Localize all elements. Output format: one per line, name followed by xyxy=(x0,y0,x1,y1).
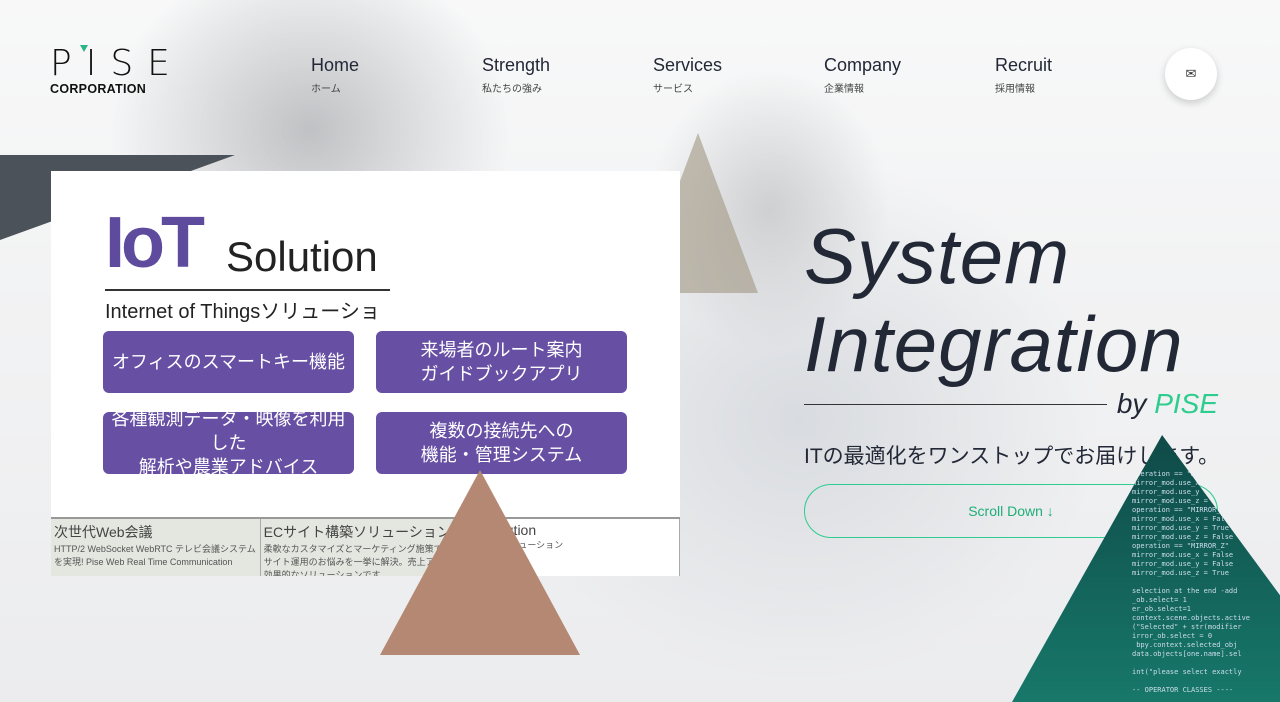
logo[interactable]: PISE CORPORATION xyxy=(50,43,184,96)
divider xyxy=(804,403,1107,405)
nav-label: Strength xyxy=(482,55,551,75)
hero-title: System Integration xyxy=(804,212,1184,388)
logo-text: PISE xyxy=(50,43,184,84)
slider-next-icon[interactable]: › xyxy=(662,321,672,355)
nav-sublabel: サービス xyxy=(653,84,693,95)
feature-box: オフィスのスマートキー機能 xyxy=(103,331,354,393)
nav-label: Company xyxy=(824,55,902,75)
by-brand: PISE xyxy=(1154,388,1218,419)
feature-box: 複数の接続先への 機能・管理システム xyxy=(376,412,627,474)
nav-sublabel: ホーム xyxy=(311,84,341,95)
thumbnail[interactable]: 次世代Web会議 HTTP/2 WebSocket WebRTC テレビ会議システ… xyxy=(51,519,261,576)
hero-line-1: System xyxy=(804,212,1071,300)
nav-sublabel: 私たちの強み xyxy=(482,84,542,95)
slider-thumbnails: 次世代Web会議 HTTP/2 WebSocket WebRTC テレビ会議システ… xyxy=(51,517,680,576)
nav-label: Recruit xyxy=(995,55,1053,75)
hero-by: by PISE xyxy=(804,388,1218,420)
contact-button[interactable]: ✉ xyxy=(1165,48,1217,100)
main-nav: Home ホーム Strength 私たちの強み Services サービス Comp… xyxy=(311,55,1166,95)
nav-home[interactable]: Home ホーム xyxy=(311,55,482,95)
nav-sublabel: 採用情報 xyxy=(995,84,1035,95)
nav-services[interactable]: Services サービス xyxy=(653,55,824,95)
hero-line-2: Integration xyxy=(804,300,1184,388)
logo-triangle-icon xyxy=(80,45,88,52)
thumb-title: 次世代Web会議 xyxy=(54,524,153,540)
feature-box: 各種観測データ・映像を利用した 解析や農業アドバイス xyxy=(103,409,354,477)
nav-sublabel: 企業情報 xyxy=(824,84,864,95)
nav-company[interactable]: Company 企業情報 xyxy=(824,55,995,95)
slide-title-solution: Solution xyxy=(226,233,378,280)
nav-label: Services xyxy=(653,55,723,75)
nav-label: Home xyxy=(311,55,360,75)
logo-sub: CORPORATION xyxy=(50,82,147,96)
thumb-text: HTTP/2 WebSocket WebRTC テレビ会議システムを実現! Pi… xyxy=(54,544,256,567)
decorative-phone-triangle xyxy=(380,470,580,655)
feature-box: 来場者のルート案内 ガイドブックアプリ xyxy=(376,331,627,393)
slide-title-iot: IoT xyxy=(105,203,205,283)
nav-recruit[interactable]: Recruit 採用情報 xyxy=(995,55,1166,95)
nav-strength[interactable]: Strength 私たちの強み xyxy=(482,55,653,95)
by-text: by PISE xyxy=(1117,388,1218,420)
mail-icon: ✉ xyxy=(1185,66,1197,81)
slider-prev-icon[interactable]: ‹ xyxy=(59,321,69,355)
slider[interactable]: IoT Solution Internet of Thingsソリューション オ… xyxy=(51,171,680,576)
by-label: by xyxy=(1116,388,1155,419)
